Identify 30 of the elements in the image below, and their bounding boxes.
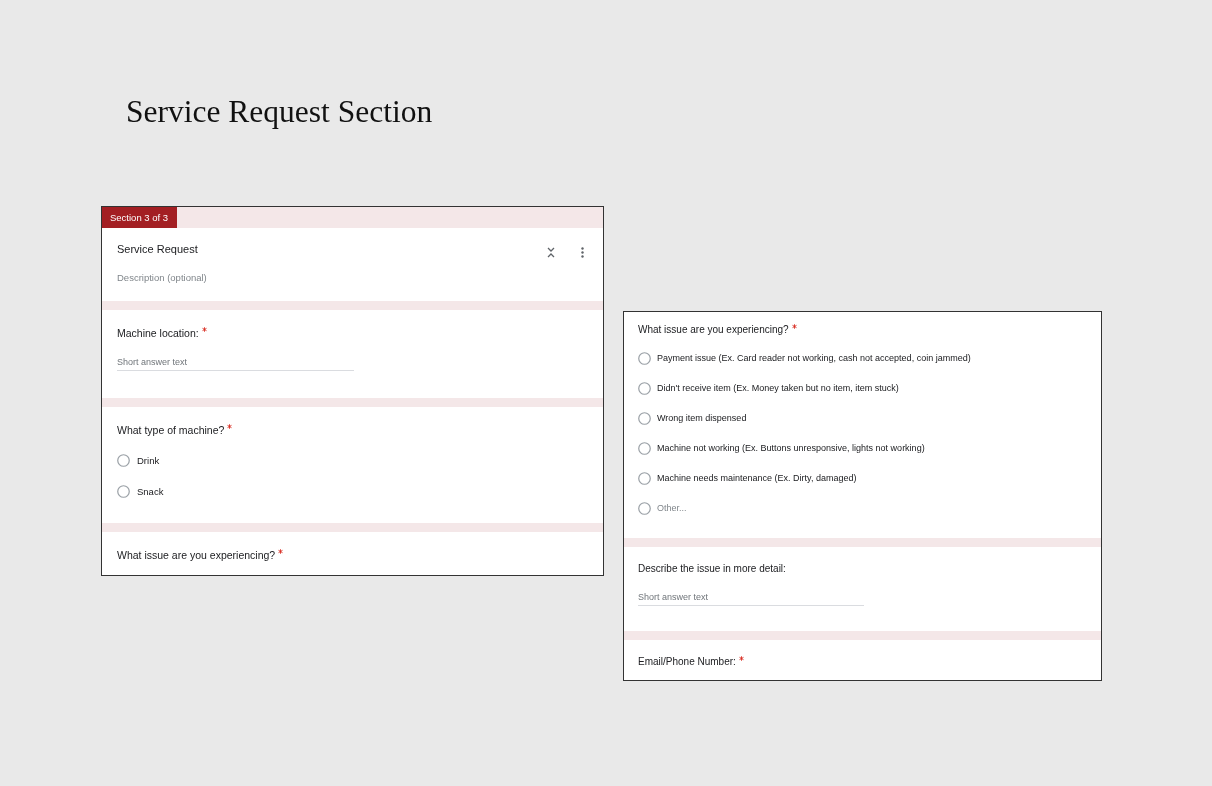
short-answer-field[interactable]: Short answer text: [117, 353, 354, 371]
question-title: What type of machine?: [117, 423, 225, 437]
radio-button[interactable]: [638, 411, 651, 425]
more-options-icon[interactable]: [581, 246, 584, 258]
option-label: Machine not working (Ex. Buttons unresponsive, lights not working): [657, 443, 925, 453]
option-label: Drink: [137, 455, 160, 466]
question-title: What issue are you experiencing?: [117, 548, 276, 562]
option-label: Didn't receive item (Ex. Money taken but no item, item stuck): [657, 383, 899, 393]
radio-button[interactable]: [117, 485, 130, 498]
short-answer-field[interactable]: Short answer text: [638, 588, 864, 606]
option-label: Payment issue (Ex. Card reader not working, cash not accepted, coin jammed): [657, 353, 971, 363]
question-title: Machine location:: [117, 326, 199, 340]
option-label: Other...: [657, 503, 687, 513]
option-label: Snack: [137, 486, 164, 497]
radio-button[interactable]: [638, 381, 651, 395]
question-title: Email/Phone Number:: [638, 655, 736, 669]
section-badge: Section 3 of 3: [102, 207, 178, 228]
question-title: Describe the issue in more detail:: [638, 562, 786, 576]
description-field[interactable]: Description (optional): [117, 270, 417, 284]
option-label: Wrong item dispensed: [657, 413, 747, 423]
radio-button[interactable]: [638, 501, 651, 515]
question-title: What issue are you experiencing?: [638, 323, 789, 337]
radio-button[interactable]: [638, 351, 651, 365]
option-label: Machine needs maintenance (Ex. Dirty, damaged): [657, 473, 857, 483]
radio-button[interactable]: [117, 454, 130, 467]
section-title: Service Request: [117, 242, 199, 256]
radio-button[interactable]: [638, 441, 651, 455]
page-title: Service Request Section: [125, 93, 434, 131]
collapse-icon[interactable]: [547, 246, 555, 258]
radio-button[interactable]: [638, 471, 651, 485]
